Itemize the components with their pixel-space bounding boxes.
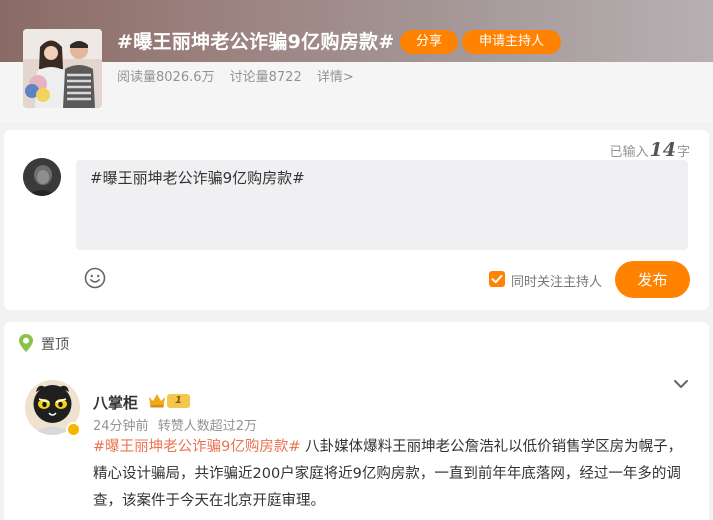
current-user-avatar[interactable] [23,158,61,196]
pinned-post-card: 置顶 八掌柜 1 24分钟前 转赞人数超过2万 #曝王丽坤老公诈骗9亿购房款# … [4,322,709,520]
post-time[interactable]: 24分钟前 [93,419,149,434]
user-level-badge[interactable]: 1 [167,394,190,408]
verified-icon [66,422,81,437]
author-name[interactable]: 八掌柜 [93,392,138,413]
topic-stats: 阅读量8026.6万 讨论量8722 详情> [117,66,365,85]
post-meta: 24分钟前 转赞人数超过2万 [93,415,262,434]
checkbox-icon [491,274,503,284]
repost-info: 转赞人数超过2万 [157,419,257,434]
crown-icon[interactable] [148,393,166,409]
follow-host-label[interactable]: 同时关注主持人 [511,271,602,290]
post-composer: 已输入14字 同时关注主持人 发布 [4,130,709,310]
post-body: #曝王丽坤老公诈骗9亿购房款# 八卦媒体爆料王丽坤老公詹浩礼以低价销售学区房为幌… [93,434,693,515]
discuss-count: 讨论量8722 [229,70,302,85]
detail-link[interactable]: 详情> [317,70,354,85]
char-count-prefix: 已输入 [609,145,649,160]
topic-cover-image [23,29,102,108]
char-counter: 已输入14字 [610,139,690,161]
composer-input[interactable] [76,160,688,250]
topic-header: #曝王丽坤老公诈骗9亿购房款# 分享 申请主持人 阅读量8026.6万 讨论量8… [0,0,713,122]
apply-host-button[interactable]: 申请主持人 [462,30,561,54]
chevron-down-icon[interactable] [672,377,690,391]
pin-icon [19,334,33,352]
post-hashtag[interactable]: #曝王丽坤老公诈骗9亿购房款# [93,439,301,455]
publish-button[interactable]: 发布 [615,261,690,298]
share-button[interactable]: 分享 [400,30,458,54]
char-count-value: 14 [649,139,676,161]
follow-host-checkbox[interactable] [489,271,505,287]
read-count: 阅读量8026.6万 [117,70,215,85]
topic-title: #曝王丽坤老公诈骗9亿购房款# [117,31,395,53]
char-count-suffix: 字 [676,145,690,160]
emoji-icon[interactable] [84,267,106,289]
pin-label: 置顶 [41,337,69,353]
